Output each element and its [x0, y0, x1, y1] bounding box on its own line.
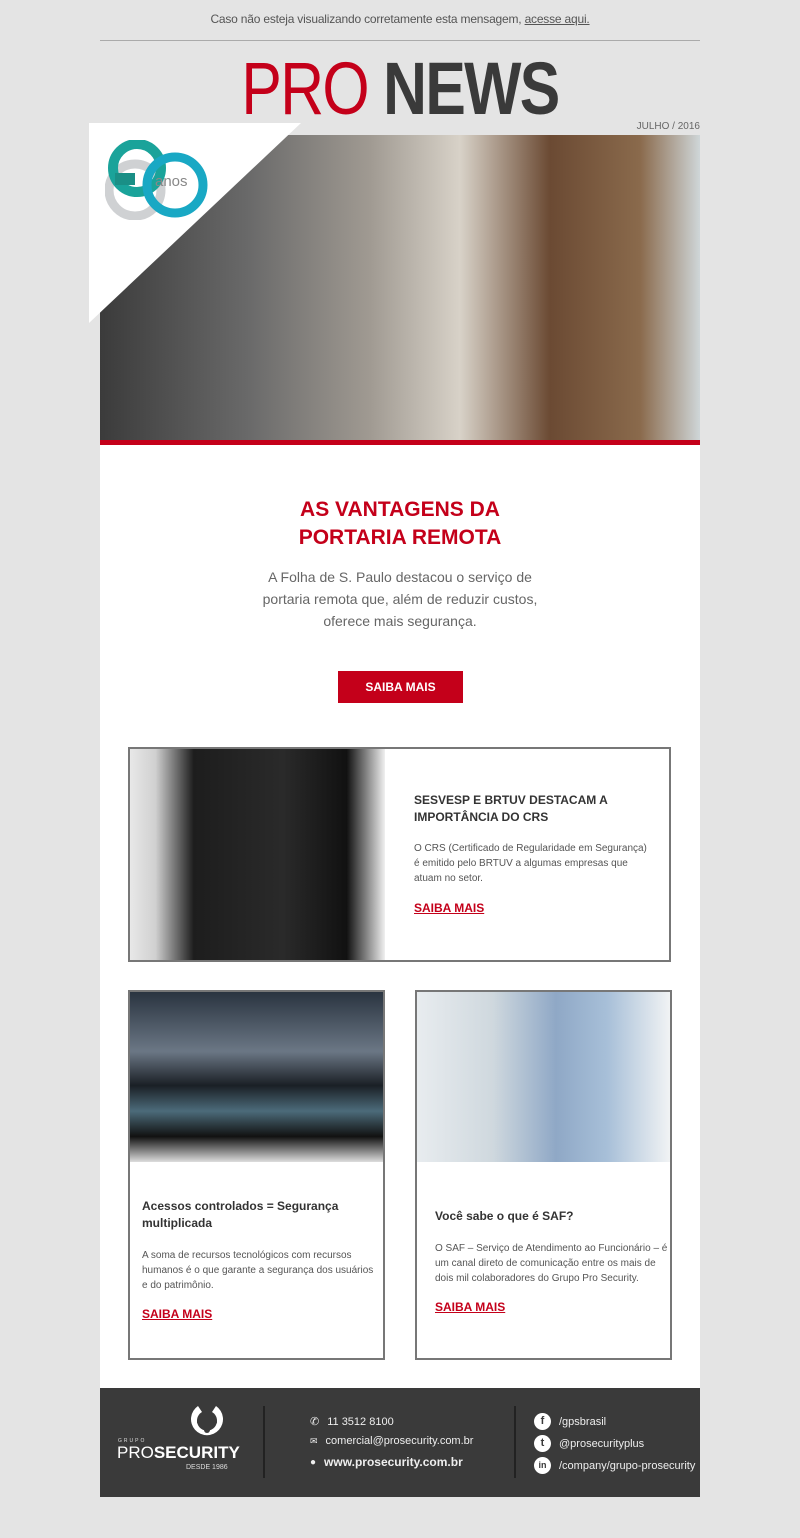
phone-row: ✆ 11 3512 8100 [310, 1415, 394, 1429]
mail-icon: ✉ [310, 1435, 318, 1446]
title-line: Acessos controlados = Segurança [142, 1199, 339, 1213]
brand-pro: PRO [117, 1443, 154, 1462]
desc-line: e do patrimônio. [142, 1280, 214, 1291]
article-title: Você sabe o que é SAF? [435, 1209, 574, 1223]
logo-pro: PRO [241, 47, 369, 130]
note-text: Caso não esteja visualizando corretament… [210, 12, 522, 26]
saiba-mais-link[interactable]: SAIBA MAIS [142, 1307, 212, 1321]
divider [100, 40, 700, 41]
article-description: A soma de recursos tecnológicos com recu… [142, 1248, 373, 1293]
article-image-monitoring[interactable] [130, 992, 383, 1162]
footer-divider [263, 1406, 265, 1478]
email-link[interactable]: comercial@prosecurity.com.br [326, 1435, 474, 1447]
title-line: multiplicada [142, 1216, 213, 1230]
twitter-row[interactable]: t @prosecurityplus [534, 1435, 644, 1452]
website-row: ● www.prosecurity.com.br [310, 1455, 463, 1469]
desc-line: oferece mais segurança. [323, 613, 477, 629]
brand-since: DESDE 1986 [186, 1464, 228, 1471]
desc-line: A soma de recursos tecnológicos com recu… [142, 1250, 352, 1261]
article-description: O CRS (Certificado de Regularidade em Se… [414, 841, 647, 886]
brand-security: SECURITY [153, 1443, 240, 1462]
desc-line: O SAF – Serviço de Atendimento ao Funcio… [435, 1243, 668, 1254]
hero-title: AS VANTAGENS DA PORTARIA REMOTA [100, 496, 700, 552]
logo-news: NEWS [383, 47, 560, 130]
facebook-row[interactable]: f/gpsbrasil [534, 1413, 606, 1430]
30-anos-badge-icon: anos [105, 140, 208, 220]
desc-line: é emitido pelo BRTUV a algumas empresas … [414, 858, 628, 869]
linkedin-icon[interactable]: in [534, 1457, 551, 1474]
article-image-guard[interactable] [130, 749, 385, 960]
article-title: SESVESP E BRTUV DESTACAM A IMPORTÂNCIA DO… [414, 792, 608, 826]
article-description: O SAF – Serviço de Atendimento ao Funcio… [435, 1241, 667, 1286]
email-row: ✉ comercial@prosecurity.com.br [310, 1435, 473, 1447]
brand-name: PROSECURITY [117, 1443, 240, 1463]
desc-line: um canal direto de comunicação entre os … [435, 1258, 656, 1269]
saiba-mais-link[interactable]: SAIBA MAIS [435, 1300, 505, 1314]
desc-line: dois mil colaboradores do Grupo Pro Secu… [435, 1273, 639, 1284]
article-image-call-center[interactable] [417, 992, 670, 1162]
newsletter-logo: PRO NEWS [72, 50, 728, 128]
footer: GRUPO PROSECURITY DESDE 1986 ✆ 11 3512 81… [100, 1388, 700, 1497]
phone-number[interactable]: 11 3512 8100 [327, 1416, 393, 1428]
footer-divider [514, 1406, 516, 1478]
hero-title-line: PORTARIA REMOTA [298, 526, 502, 549]
view-online-note: Caso não esteja visualizando corretament… [0, 12, 800, 26]
prosecurity-logo-icon [191, 1406, 223, 1436]
title-line: SESVESP E BRTUV DESTACAM A [414, 793, 608, 807]
desc-line: O CRS (Certificado de Regularidade em Se… [414, 843, 647, 854]
hero-accent-bar [100, 440, 700, 445]
linkedin-row[interactable]: in/company/grupo-prosecurity [534, 1457, 695, 1474]
twitter-icon[interactable]: t [534, 1435, 551, 1452]
website-link[interactable]: www.prosecurity.com.br [324, 1455, 463, 1469]
phone-icon: ✆ [310, 1416, 320, 1428]
desc-line: atuam no setor. [414, 873, 483, 884]
hero-description: A Folha de S. Paulo destacou o serviço d… [100, 566, 700, 632]
badge-text: anos [155, 173, 188, 190]
facebook-icon[interactable]: f [534, 1413, 551, 1430]
linkedin-link[interactable]: /company/grupo-prosecurity [559, 1460, 695, 1472]
saiba-mais-button[interactable]: SAIBA MAIS [338, 671, 463, 703]
article-title: Acessos controlados = Segurança multiplic… [142, 1198, 338, 1232]
globe-icon: ● [310, 1456, 317, 1468]
desc-line: portaria remota que, além de reduzir cus… [262, 591, 538, 607]
title-line: IMPORTÂNCIA DO CRS [414, 810, 549, 824]
issue-date: JULHO / 2016 [636, 121, 700, 132]
saiba-mais-link[interactable]: SAIBA MAIS [414, 901, 484, 915]
hero-title-line: AS VANTAGENS DA [300, 498, 500, 521]
view-online-link[interactable]: acesse aqui. [525, 12, 590, 26]
twitter-link[interactable]: @prosecurityplus [559, 1438, 644, 1450]
facebook-link[interactable]: /gpsbrasil [559, 1416, 606, 1428]
desc-line: A Folha de S. Paulo destacou o serviço d… [268, 569, 532, 585]
desc-line: humanos é o que garante a segurança dos … [142, 1265, 374, 1276]
